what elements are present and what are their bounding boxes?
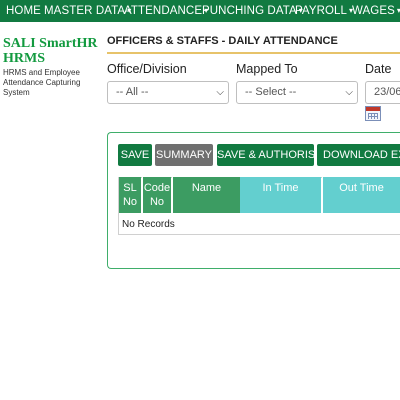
nav-attendance-label: ATTENDANCE <box>124 5 203 17</box>
summary-button[interactable]: SUMMARY <box>155 144 213 166</box>
nav-master-data-label: MASTER DATA <box>44 5 126 17</box>
nav-wages-label: WAGES <box>352 5 395 17</box>
date-input[interactable]: 23/06/ <box>365 81 400 104</box>
col-header-name-label: Name <box>191 182 222 194</box>
brand-title: SALI SmartHR HRMS <box>3 36 98 66</box>
save-button[interactable]: SAVE <box>118 144 152 166</box>
save-authorise-button[interactable]: SAVE & AUTHORISE <box>217 144 314 166</box>
top-nav: HOME MASTER DATA ▾ ATTENDANCE ▾ PUNCHING D… <box>0 0 400 22</box>
col-header-out-time-label: Out Time <box>339 182 384 194</box>
office-division-value: -- All -- <box>116 86 149 98</box>
col-header-code-line2: No <box>149 196 165 208</box>
col-header-in-time-label: In Time <box>262 182 299 194</box>
nav-home[interactable]: HOME <box>6 0 41 22</box>
nav-attendance[interactable]: ATTENDANCE ▾ <box>124 0 208 22</box>
nav-punching-data[interactable]: PUNCHING DATA ▾ <box>202 0 303 22</box>
brand-subtitle: HRMS and Employee Attendance Capturing S… <box>3 68 81 97</box>
chevron-down-icon: ⌵ <box>345 87 353 98</box>
nav-punching-data-label: PUNCHING DATA <box>202 5 297 17</box>
title-divider <box>107 52 400 54</box>
col-header-sl-line2: No <box>122 196 138 208</box>
col-header-sl-line1: SL <box>123 182 137 194</box>
calendar-icon[interactable] <box>365 106 381 121</box>
col-header-out-time[interactable]: Out Time <box>322 177 400 213</box>
page-title: OFFICERS & STAFFS - DAILY ATTENDANCE <box>107 35 338 47</box>
date-label: Date <box>365 62 392 76</box>
calendar-icon-grid <box>368 113 378 119</box>
col-header-name[interactable]: Name <box>172 177 240 213</box>
calendar-icon-header <box>366 107 380 111</box>
col-header-code-line1: Code <box>143 182 171 194</box>
nav-payroll-label: PAYROLL <box>295 5 348 17</box>
col-header-sl-no[interactable]: SL No <box>119 177 141 213</box>
nav-wages[interactable]: WAGES ▾ <box>352 0 400 22</box>
date-value: 23/06/ <box>374 86 400 98</box>
mapped-to-value: -- Select -- <box>245 86 297 98</box>
office-division-label: Office/Division <box>107 62 187 76</box>
mapped-to-label: Mapped To <box>236 62 298 76</box>
col-header-in-time[interactable]: In Time <box>240 177 321 213</box>
nav-home-label: HOME <box>6 5 41 17</box>
download-excel-button[interactable]: DOWNLOAD EXCE <box>317 144 400 166</box>
mapped-to-select[interactable]: -- Select -- ⌵ <box>236 81 358 104</box>
nav-payroll[interactable]: PAYROLL ▾ <box>295 0 353 22</box>
empty-table-message: No Records <box>122 219 175 230</box>
nav-master-data[interactable]: MASTER DATA ▾ <box>44 0 131 22</box>
chevron-down-icon: ⌵ <box>216 87 224 98</box>
office-division-select[interactable]: -- All -- ⌵ <box>107 81 229 104</box>
col-header-code-no[interactable]: Code No <box>142 177 171 213</box>
